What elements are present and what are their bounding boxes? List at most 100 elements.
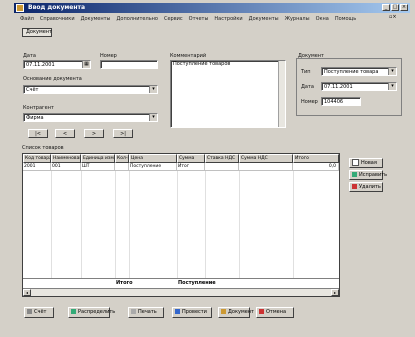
new-button[interactable]: Новая <box>349 158 383 168</box>
document-button[interactable]: Документ <box>218 307 254 318</box>
table-cell[interactable]: Поступление <box>129 163 177 171</box>
table-footer: Итого Поступление <box>23 278 339 288</box>
comment-scrollbar[interactable] <box>278 61 285 127</box>
menu-item[interactable]: Документы <box>249 16 279 22</box>
distribute-icon <box>71 309 76 314</box>
column-header[interactable]: Ставка НДС <box>205 154 239 163</box>
new-doc-icon <box>352 159 359 166</box>
app-window: Ввод документа _ □ × Файл Справочники До… <box>0 0 415 337</box>
edit-icon <box>352 172 357 177</box>
menu-item[interactable]: Помощь <box>335 16 356 22</box>
date-label: Дата <box>23 53 36 59</box>
grid-title: Список товаров <box>22 145 64 151</box>
delete-icon <box>352 184 357 189</box>
menu-item[interactable]: Настройки <box>214 16 242 22</box>
menu-item[interactable]: Окна <box>316 16 329 22</box>
calendar-icon[interactable]: ▾ <box>388 83 396 90</box>
chevron-down-icon[interactable]: ▾ <box>149 114 157 121</box>
column-header[interactable]: Итого <box>293 154 339 163</box>
column-divider <box>129 171 130 281</box>
account-button-label: Счёт <box>34 309 47 315</box>
table-cell[interactable] <box>205 163 239 171</box>
delete-button[interactable]: Удалить <box>349 182 383 192</box>
calendar-icon[interactable]: ▦ <box>82 61 90 68</box>
column-header[interactable]: Код товара <box>23 154 51 163</box>
nav-last-button[interactable]: >| <box>113 129 133 138</box>
nav-next-button[interactable]: > <box>84 129 104 138</box>
column-header[interactable]: Единица изм. <box>81 154 115 163</box>
acc-date-field[interactable]: 07.11.2001 ▾ <box>321 82 397 91</box>
mdi-restore-icon[interactable]: ▫× <box>389 14 397 20</box>
table-cell[interactable] <box>239 163 293 171</box>
acc-date-label: Дата <box>301 84 314 90</box>
table-row[interactable]: 2001 001 ШТ Поступление Итог 0,0 <box>23 163 339 171</box>
basis-select[interactable]: Счёт ▾ <box>23 85 158 94</box>
edit-button[interactable]: Исправить <box>349 170 387 180</box>
acc-number-field[interactable]: 104406 <box>321 97 361 106</box>
print-icon <box>131 309 136 314</box>
number-field[interactable] <box>100 60 158 69</box>
acc-date-value: 07.11.2001 <box>324 84 353 90</box>
chevron-down-icon[interactable]: ▾ <box>149 86 157 93</box>
table-cell[interactable] <box>115 163 129 171</box>
table-cell[interactable]: 001 <box>51 163 81 171</box>
menu-item[interactable]: Сервис <box>164 16 183 22</box>
menu-item[interactable]: Дополнительно <box>117 16 158 22</box>
chevron-down-icon[interactable]: ▾ <box>388 68 396 75</box>
table-cell[interactable]: 2001 <box>23 163 51 171</box>
column-header[interactable]: Кол-во <box>115 154 129 163</box>
column-header[interactable]: Сумма <box>177 154 205 163</box>
menu-item[interactable]: Отчеты <box>189 16 209 22</box>
minimize-button[interactable]: _ <box>382 4 390 11</box>
contragent-label: Контрагент <box>23 105 54 111</box>
app-icon <box>16 4 24 12</box>
acc-number-label: Номер <box>301 99 318 105</box>
distribute-button[interactable]: Распределить <box>68 307 115 318</box>
tab-document[interactable]: Документ <box>22 28 52 37</box>
cancel-button[interactable]: Отмена <box>256 307 294 318</box>
horizontal-scrollbar[interactable]: ◂ ▸ <box>23 288 339 296</box>
column-divider <box>239 171 240 281</box>
basis-value: Счёт <box>26 87 39 93</box>
table-cell[interactable]: ШТ <box>81 163 115 171</box>
contragent-select[interactable]: Фирма ▾ <box>23 113 158 122</box>
scroll-right-icon[interactable]: ▸ <box>331 289 339 296</box>
menu-item[interactable]: Документы <box>81 16 111 22</box>
account-button[interactable]: Счёт <box>24 307 54 318</box>
column-header[interactable]: Сумма НДС <box>239 154 293 163</box>
items-table[interactable]: Код товара Наименование Единица изм. Кол… <box>22 153 340 297</box>
menu-item[interactable]: Журналы <box>285 16 310 22</box>
menu-item[interactable]: Справочники <box>40 16 75 22</box>
comment-label: Комментарий <box>170 53 207 59</box>
maximize-button[interactable]: □ <box>391 4 399 11</box>
column-divider <box>205 171 206 281</box>
table-cell[interactable]: 0,0 <box>293 163 339 171</box>
date-field[interactable]: 07.11.2001 ▦ <box>23 60 91 69</box>
print-button[interactable]: Печать <box>128 307 164 318</box>
menu-item[interactable]: Файл <box>20 16 34 22</box>
post-icon <box>175 309 180 314</box>
table-cell[interactable]: Итог <box>177 163 205 171</box>
column-header[interactable]: Цена <box>129 154 177 163</box>
edit-button-label: Исправить <box>359 172 388 178</box>
nav-first-button[interactable]: |< <box>28 129 48 138</box>
scroll-left-icon[interactable]: ◂ <box>23 289 31 296</box>
acc-type-value: Поступление товара <box>324 69 379 75</box>
menu-bar: Файл Справочники Документы Дополнительно… <box>14 14 410 23</box>
column-divider <box>177 171 178 281</box>
nav-prev-button[interactable]: < <box>55 129 75 138</box>
cancel-button-label: Отмена <box>266 309 287 315</box>
document-button-label: Документ <box>228 309 254 315</box>
window-title: Ввод документа <box>28 4 86 11</box>
post-button-label: Провести <box>182 309 207 315</box>
acc-type-label: Тип <box>301 69 311 75</box>
comment-textarea[interactable]: Поступление товаров <box>170 60 286 128</box>
date-value: 07.11.2001 <box>26 62 55 68</box>
number-label: Номер <box>100 53 117 59</box>
column-header[interactable]: Наименование <box>51 154 81 163</box>
close-button[interactable]: × <box>400 4 408 11</box>
column-divider <box>115 171 116 281</box>
post-button[interactable]: Провести <box>172 307 212 318</box>
window-controls: _ □ × <box>382 4 408 11</box>
acc-type-select[interactable]: Поступление товара ▾ <box>321 67 397 76</box>
